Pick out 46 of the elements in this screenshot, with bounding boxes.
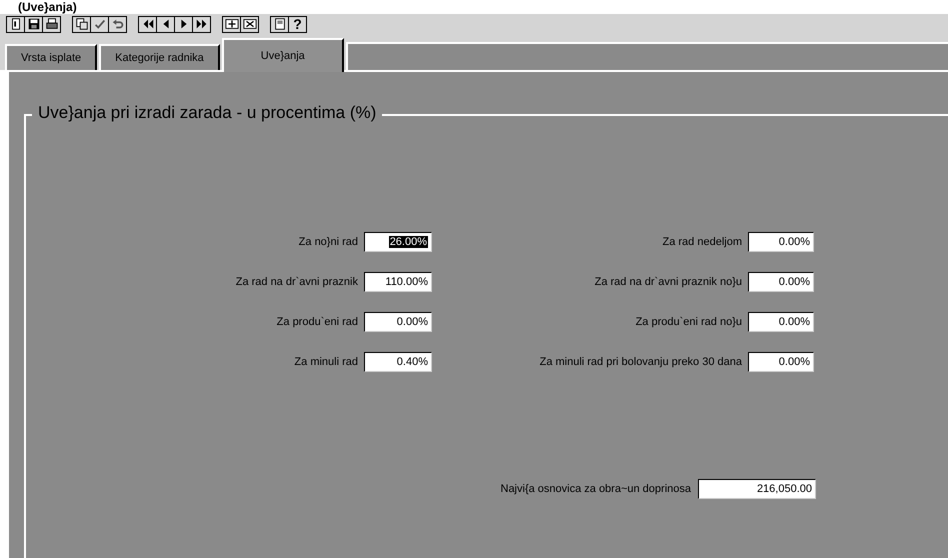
percent-field[interactable]: 0.00% (748, 312, 814, 332)
percent-field[interactable]: 0.00% (748, 352, 814, 372)
field-label: Za rad na dr`avni praznik (234, 276, 358, 288)
percent-field[interactable]: 110.00% (364, 272, 432, 292)
page-icon (272, 17, 286, 31)
toolbar-button[interactable] (72, 16, 91, 32)
toolbar-button[interactable] (174, 16, 193, 32)
undo-icon (110, 17, 124, 31)
last-record-icon (194, 17, 208, 31)
toolbar-button[interactable] (108, 16, 127, 32)
save-icon (26, 17, 40, 31)
help-button[interactable]: ? (288, 16, 307, 32)
toolbar-button[interactable] (24, 16, 43, 32)
percent-field[interactable]: 0.00% (364, 312, 432, 332)
print-icon (44, 17, 58, 31)
toolbar-button[interactable] (192, 16, 211, 32)
percent-field[interactable]: 26.00% (364, 232, 432, 252)
group-title: Uve}anja pri izradi zarada - u procentima (%) (32, 103, 382, 123)
toolbar-button[interactable] (6, 16, 25, 32)
field-label: Najvi{a osnovica za obra~un doprinosa (500, 483, 691, 495)
toolbar-button[interactable] (240, 16, 259, 32)
field-label: Za rad na dr`avni praznik no}u (594, 276, 742, 288)
amount-field[interactable]: 216,050.00 (698, 479, 816, 499)
field-label: Za minuli rad pri bolovanju preko 30 dana (538, 356, 742, 368)
screen-caption: (Uve}anja) (18, 0, 77, 14)
toolbar-button[interactable] (270, 16, 289, 32)
check-icon (92, 17, 106, 31)
toolbar-button[interactable] (222, 16, 241, 32)
field-label: Za minuli rad (293, 356, 358, 368)
percent-field[interactable]: 0.00% (748, 272, 814, 292)
toolbar-button[interactable] (42, 16, 61, 32)
delete-row-icon (242, 17, 256, 31)
field-label: Za rad nedeljom (662, 236, 742, 248)
tab[interactable]: Vrsta isplate (5, 44, 98, 70)
copy-icon (74, 17, 88, 31)
percent-field[interactable]: 0.00% (748, 232, 814, 252)
toolbar-button[interactable] (156, 16, 175, 32)
toolbar-button[interactable] (90, 16, 109, 32)
field-label: Za produ`eni rad no}u (634, 316, 742, 328)
field-label: Za produ`eni rad (276, 316, 358, 328)
toolbar-button[interactable] (138, 16, 157, 32)
tab[interactable]: Kategorije radnika (99, 44, 220, 70)
percent-field[interactable]: 0.40% (364, 352, 432, 372)
tab[interactable]: Uve}anja (222, 38, 344, 72)
insert-row-icon (224, 17, 238, 31)
field-label: Za no}ni rad (298, 236, 358, 248)
